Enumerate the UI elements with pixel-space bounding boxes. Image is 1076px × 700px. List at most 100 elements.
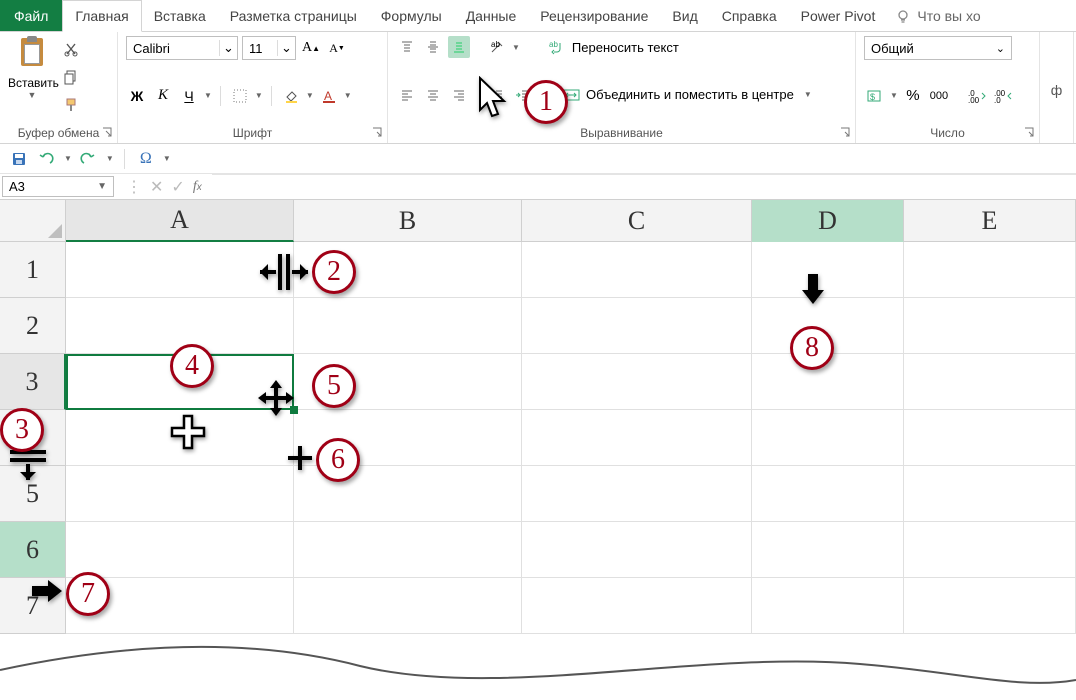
group-alignment-label: Выравнивание <box>396 123 847 143</box>
worksheet-grid[interactable]: A B C D E 1 2 3 4 5 6 7 <box>0 200 1076 652</box>
save-button[interactable] <box>8 148 30 170</box>
accounting-format-button[interactable]: $ <box>864 85 886 107</box>
orientation-menu[interactable]: ▼ <box>512 43 520 52</box>
paste-button[interactable]: Вставить ▼ <box>8 36 56 100</box>
tab-home[interactable]: Главная <box>62 0 141 32</box>
undo-menu[interactable]: ▼ <box>64 154 72 163</box>
fill-color-button[interactable] <box>280 85 302 107</box>
font-color-button[interactable]: A <box>318 85 340 107</box>
tab-view[interactable]: Вид <box>660 0 709 31</box>
fill-color-menu[interactable]: ▼ <box>306 91 314 100</box>
borders-button[interactable] <box>229 85 251 107</box>
tab-insert[interactable]: Вставка <box>142 0 218 31</box>
row-header-3[interactable]: 3 <box>0 354 66 410</box>
tab-power-pivot[interactable]: Power Pivot <box>789 0 888 31</box>
align-middle-button[interactable] <box>422 36 444 58</box>
cells-area[interactable] <box>66 242 1076 634</box>
column-header-c[interactable]: C <box>522 200 752 242</box>
increase-font-button[interactable]: A▲ <box>300 37 322 59</box>
row-header-1[interactable]: 1 <box>0 242 66 298</box>
tab-page-layout[interactable]: Разметка страницы <box>218 0 369 31</box>
accounting-menu[interactable]: ▼ <box>890 91 898 100</box>
column-header-e[interactable]: E <box>904 200 1076 242</box>
wrap-text-label[interactable]: Переносить текст <box>572 40 679 55</box>
number-dialog-launcher[interactable] <box>1023 126 1037 140</box>
tab-review[interactable]: Рецензирование <box>528 0 660 31</box>
undo-button[interactable] <box>36 148 58 170</box>
number-format-combo[interactable]: Общий ⌄ <box>864 36 1012 60</box>
underline-menu[interactable]: ▼ <box>204 91 212 100</box>
cut-button[interactable] <box>60 38 82 60</box>
underline-button[interactable]: Ч <box>178 85 200 107</box>
bold-button[interactable]: Ж <box>126 85 148 107</box>
font-color-menu[interactable]: ▼ <box>344 91 352 100</box>
percent-button[interactable]: % <box>902 85 924 107</box>
column-header-d[interactable]: D <box>752 200 904 242</box>
row-header-6[interactable]: 6 <box>0 522 66 578</box>
font-size-combo[interactable]: 11 ⌄ <box>242 36 296 60</box>
cancel-formula-button[interactable]: ✕ <box>150 177 163 197</box>
select-all-corner[interactable] <box>0 200 66 242</box>
alignment-dialog-launcher[interactable] <box>839 126 853 140</box>
svg-text:.0: .0 <box>994 96 1001 104</box>
tab-data[interactable]: Данные <box>454 0 529 31</box>
paintbrush-icon <box>63 97 79 113</box>
copy-button[interactable] <box>60 66 82 88</box>
redo-button[interactable] <box>78 148 100 170</box>
tab-file[interactable]: Файл <box>0 0 62 31</box>
italic-button[interactable]: К <box>152 85 174 107</box>
insert-function-button[interactable]: fx <box>193 179 202 195</box>
comma-style-button[interactable]: 000 <box>928 85 950 107</box>
align-left-button[interactable] <box>396 84 418 106</box>
chevron-down-icon[interactable]: ⌄ <box>996 42 1005 55</box>
row-header-2[interactable]: 2 <box>0 298 66 354</box>
orientation-button[interactable]: ab <box>486 36 508 58</box>
format-painter-button[interactable] <box>60 94 82 116</box>
borders-menu[interactable]: ▼ <box>255 91 263 100</box>
decrease-decimal-icon: .00.0 <box>993 88 1013 104</box>
tab-formulas[interactable]: Формулы <box>369 0 454 31</box>
bucket-icon <box>283 88 299 104</box>
font-name-combo[interactable]: Calibri ⌄ <box>126 36 238 60</box>
increase-decimal-icon: .0.00 <box>967 88 987 104</box>
select-column-arrow-icon <box>800 272 826 306</box>
enter-formula-button[interactable]: ✓ <box>171 177 184 197</box>
tab-help[interactable]: Справка <box>710 0 789 31</box>
cell-select-cursor-icon <box>168 412 208 452</box>
undo-icon <box>38 151 56 167</box>
font-dialog-launcher[interactable] <box>371 126 385 140</box>
clipboard-dialog-launcher[interactable] <box>101 126 115 140</box>
callout-8: 8 <box>790 326 834 370</box>
increase-decimal-button[interactable]: .0.00 <box>966 85 988 107</box>
align-right-button[interactable] <box>448 84 470 106</box>
chevron-down-icon[interactable]: ⌄ <box>277 40 295 56</box>
wrap-text-icon: ab <box>548 39 566 55</box>
ribbon-tabstrip: Файл Главная Вставка Разметка страницы Ф… <box>0 0 1076 32</box>
tell-me[interactable]: Что вы хо <box>887 0 988 31</box>
scissors-icon <box>63 41 79 57</box>
align-bottom-button[interactable] <box>448 36 470 58</box>
merge-menu[interactable]: ▼ <box>804 90 812 99</box>
chevron-down-icon[interactable]: ▼ <box>97 181 107 192</box>
svg-text:A: A <box>324 89 332 103</box>
group-font-label: Шрифт <box>126 123 379 143</box>
merge-center-label[interactable]: Объединить и поместить в центре <box>586 87 794 102</box>
tell-me-label: Что вы хо <box>917 8 980 24</box>
copy-icon <box>63 69 79 85</box>
callout-5: 5 <box>312 364 356 408</box>
callout-3: 3 <box>0 408 44 452</box>
formula-bar-input[interactable] <box>212 174 1076 199</box>
decrease-decimal-button[interactable]: .00.0 <box>992 85 1014 107</box>
align-center-button[interactable] <box>422 84 444 106</box>
column-header-b[interactable]: B <box>294 200 522 242</box>
column-header-a[interactable]: A <box>66 200 294 242</box>
chevron-down-icon[interactable]: ⌄ <box>219 40 237 56</box>
name-box[interactable]: A3 ▼ <box>2 176 114 197</box>
wrap-text-button[interactable]: ab <box>546 36 568 58</box>
qat-customize[interactable]: ▼ <box>163 154 171 163</box>
omega-button[interactable]: Ω <box>135 148 157 170</box>
decrease-font-button[interactable]: A▼ <box>326 37 348 59</box>
redo-menu[interactable]: ▼ <box>106 154 114 163</box>
align-top-button[interactable] <box>396 36 418 58</box>
svg-text:.00: .00 <box>968 96 980 104</box>
